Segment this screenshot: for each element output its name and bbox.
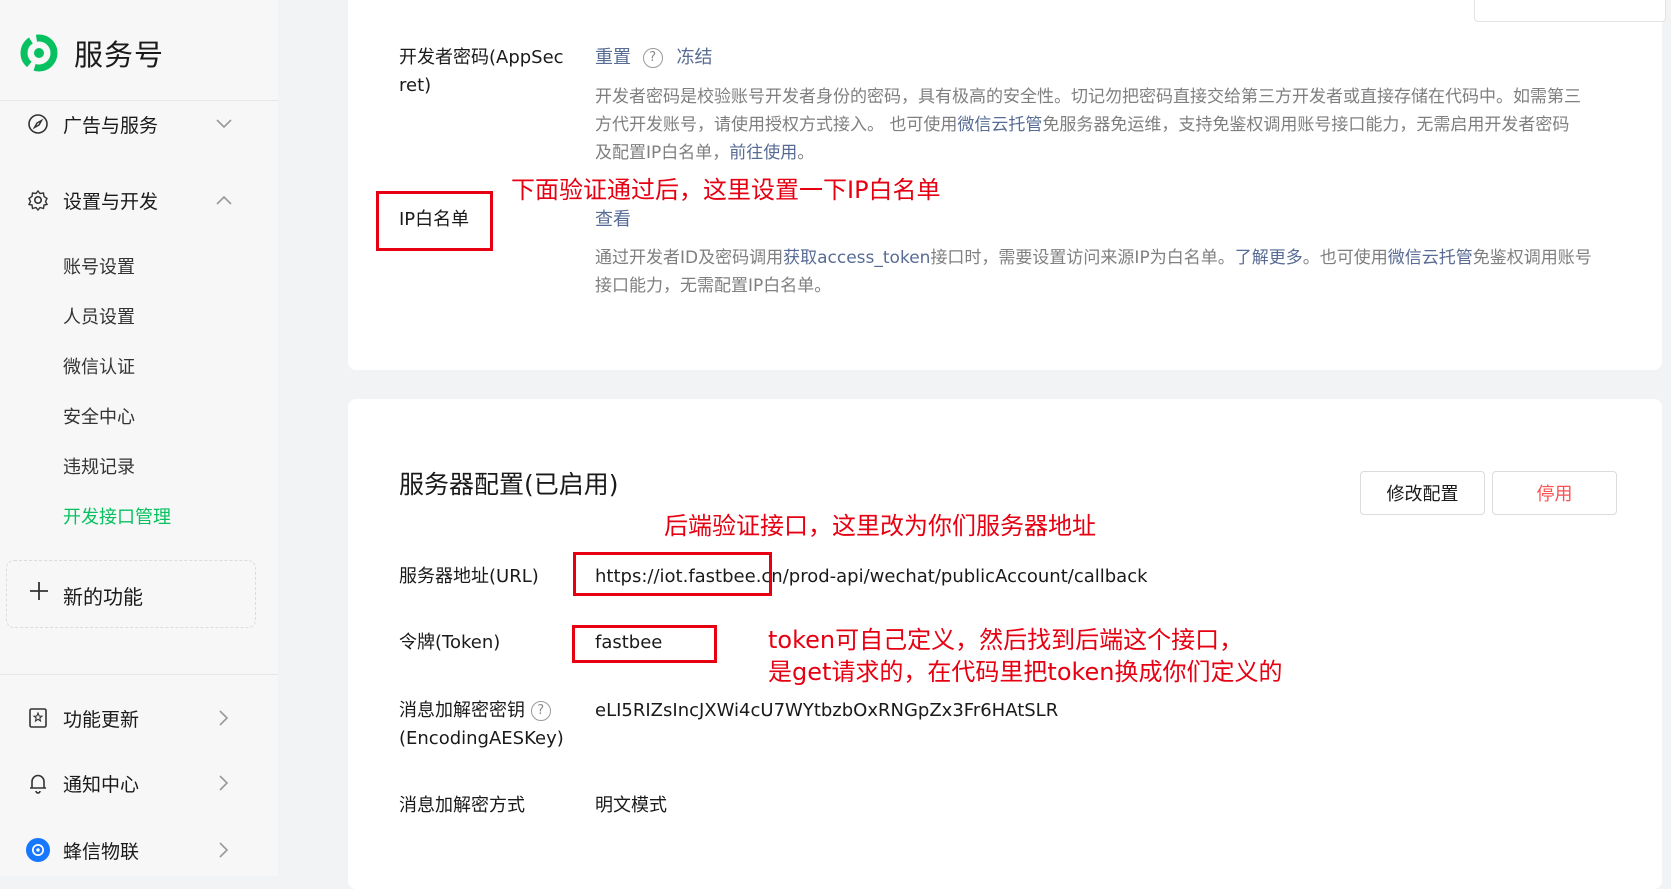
nav-updates-label: 功能更新 — [63, 708, 140, 731]
app-secret-actions: 重置 ? 冻结 — [595, 44, 712, 72]
annotation-token-note: token可自己定义，然后找到后端这个接口， 是get请求的，在代码里把toke… — [768, 624, 1283, 688]
update-doc-icon — [26, 706, 50, 730]
sidebar-divider — [0, 674, 278, 675]
ip-desc-line2: 接口能力，无需配置IP白名单。 — [595, 276, 832, 296]
aes-key-label-text: 消息加解密密钥 — [399, 700, 525, 721]
server-url-label: 服务器地址(URL) — [399, 566, 539, 587]
nav-settings-dev[interactable]: 设置与开发 — [0, 180, 260, 220]
chevron-right-icon — [214, 708, 234, 728]
desc-text: 。 — [797, 143, 815, 163]
sidebar-item-wechat-verify[interactable]: 微信认证 — [63, 353, 135, 379]
reset-secret-link[interactable]: 重置 — [595, 47, 631, 68]
brand-name: 服务号 — [74, 38, 165, 72]
aes-key-label-line1: 消息加解密密钥 ? — [399, 697, 564, 725]
help-icon[interactable]: ? — [642, 48, 663, 68]
annotation-ip-note: 下面验证通过后，这里设置一下IP白名单 — [511, 176, 941, 204]
desc-text: 接口时，需要设置访问来源IP为白名单。 — [930, 248, 1235, 268]
nav-notifications[interactable]: 通知中心 — [0, 763, 260, 803]
plus-icon — [30, 582, 48, 600]
annotation-token-note-line2: 是get请求的，在代码里把token换成你们定义的 — [768, 658, 1283, 686]
sidebar-divider — [0, 100, 278, 101]
modify-config-button[interactable]: 修改配置 — [1360, 471, 1485, 515]
aes-key-value: eLI5RIZsIncJXWi4cU7WYtbzbOxRNGpZx3Fr6HAt… — [595, 700, 1059, 721]
app-secret-label-line2: ret) — [399, 75, 432, 96]
new-feature-label: 新的功能 — [63, 585, 143, 609]
nav-account-switch[interactable]: 蜂信物联 — [0, 830, 260, 870]
token-label: 令牌(Token) — [399, 632, 501, 653]
desc-text: 。也可使用 — [1302, 248, 1388, 268]
annotation-box-token — [572, 625, 717, 663]
brand-logo[interactable]: 服务号 — [18, 32, 164, 74]
ip-whitelist-description: 通过开发者ID及密码调用获取access_token接口时，需要设置访问来源IP… — [595, 244, 1625, 300]
nav-ads-services[interactable]: 广告与服务 — [0, 104, 260, 144]
new-feature-button[interactable]: 新的功能 — [6, 560, 256, 628]
disable-button[interactable]: 停用 — [1492, 471, 1617, 515]
sidebar-item-account-settings[interactable]: 账号设置 — [63, 253, 135, 279]
nav-notifications-label: 通知中心 — [63, 773, 140, 796]
annotation-url-note: 后端验证接口，这里改为你们服务器地址 — [664, 512, 1096, 540]
encryption-mode-value: 明文模式 — [595, 795, 667, 816]
desc-text: 通过开发者ID及密码调用 — [595, 248, 784, 268]
sidebar-item-people-settings[interactable]: 人员设置 — [63, 303, 135, 329]
aes-key-label: 消息加解密密钥 ? (EncodingAESKey) — [399, 697, 564, 753]
compass-icon — [26, 112, 50, 136]
annotation-box-ip-whitelist — [376, 191, 493, 251]
view-link[interactable]: 查看 — [595, 209, 631, 230]
app-secret-label: 开发者密码(AppSec ret) — [399, 44, 564, 100]
help-icon[interactable]: ? — [530, 701, 551, 721]
desc-text: 方代开发账号，请使用授权方式接入。 也可使用 — [595, 115, 958, 135]
sidebar-item-violations[interactable]: 违规记录 — [63, 453, 135, 479]
chevron-right-icon — [214, 773, 234, 793]
go-use-link[interactable]: 前往使用 — [729, 143, 797, 163]
wechat-cloud-hosting-link[interactable]: 微信云托管 — [957, 115, 1042, 135]
get-access-token-link[interactable]: 获取access_token — [783, 248, 930, 268]
app-secret-desc-line1: 开发者密码是校验账号开发者身份的密码，具有极高的安全性。切记勿把密码直接交给第三… — [595, 87, 1581, 107]
nav-feature-updates[interactable]: 功能更新 — [0, 698, 260, 738]
chevron-down-icon — [214, 114, 234, 134]
desc-text: 及配置IP白名单， — [595, 143, 730, 163]
app-secret-desc-line2: 方代开发账号，请使用授权方式接入。 也可使用微信云托管免服务器免运维，支持免鉴权… — [595, 111, 1625, 139]
top-right-panel — [1474, 0, 1666, 22]
desc-text: 免服务器免运维，支持免鉴权调用账号接口能力，无需启用开发者密码 — [1042, 115, 1570, 135]
nav-settings-label: 设置与开发 — [63, 190, 159, 213]
app-secret-label-line1: 开发者密码(AppSec — [399, 47, 564, 68]
annotation-token-note-line1: token可自己定义，然后找到后端这个接口， — [768, 626, 1244, 654]
freeze-secret-link[interactable]: 冻结 — [676, 47, 712, 68]
sidebar-item-dev-api[interactable]: 开发接口管理 — [63, 503, 171, 529]
chevron-right-icon — [214, 840, 234, 860]
ip-desc-line1: 通过开发者ID及密码调用获取access_token接口时，需要设置访问来源IP… — [595, 244, 1625, 272]
desc-text: 免鉴权调用账号 — [1472, 248, 1592, 268]
nav-account-label: 蜂信物联 — [63, 840, 140, 863]
logo-icon — [20, 34, 58, 72]
aes-key-label-line2: (EncodingAESKey) — [399, 728, 564, 749]
avatar — [26, 838, 50, 862]
annotation-box-url — [573, 552, 772, 596]
app-secret-desc-line3: 及配置IP白名单，前往使用。 — [595, 139, 1625, 167]
wechat-cloud-hosting-link[interactable]: 微信云托管 — [1388, 248, 1473, 268]
server-config-title: 服务器配置(已启用) — [399, 470, 619, 499]
nav-ads-label: 广告与服务 — [63, 114, 159, 137]
chevron-up-icon — [214, 190, 234, 210]
sidebar: 服务号 广告与服务 设置与开发 账号设置 人员设置 微信认证 安全中心 违规记录… — [0, 0, 278, 876]
bell-icon — [26, 771, 50, 795]
encryption-mode-label: 消息加解密方式 — [399, 795, 525, 816]
learn-more-link[interactable]: 了解更多 — [1235, 248, 1303, 268]
sidebar-item-security-center[interactable]: 安全中心 — [63, 403, 135, 429]
app-secret-description: 开发者密码是校验账号开发者身份的密码，具有极高的安全性。切记勿把密码直接交给第三… — [595, 83, 1625, 167]
view-ip-whitelist-link: 查看 — [595, 206, 631, 234]
gear-icon — [26, 188, 50, 212]
